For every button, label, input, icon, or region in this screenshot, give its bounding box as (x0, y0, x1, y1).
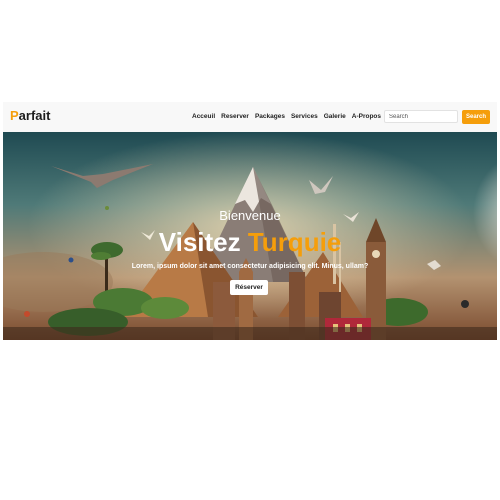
search-input[interactable] (384, 110, 458, 123)
hero-welcome-text: Bienvenue (219, 208, 281, 223)
nav-item-services[interactable]: Services (291, 112, 318, 122)
navbar: Parfait Acceuil Reserver Packages Servic… (3, 102, 497, 132)
site-logo[interactable]: Parfait (10, 108, 50, 124)
logo-accent-letter: P (10, 108, 19, 123)
hero-title: Visitez Turquie (3, 227, 497, 257)
nav-item-packages[interactable]: Packages (255, 112, 285, 122)
hero-description: Lorem, ipsum dolor sit amet consectetur … (131, 263, 369, 270)
hero-content: Bienvenue Visitez Turquie Lorem, ipsum d… (3, 132, 497, 340)
reserve-button[interactable]: Réserver (230, 280, 268, 295)
nav-menu: Acceuil Reserver Packages Services Galer… (192, 112, 381, 122)
hero-title-accent: Turquie (247, 227, 342, 257)
website-frame: Parfait Acceuil Reserver Packages Servic… (3, 102, 497, 340)
nav-item-acceuil[interactable]: Acceuil (192, 112, 215, 122)
nav-item-a-propos[interactable]: A-Propos (352, 112, 381, 122)
nav-item-reserver[interactable]: Reserver (221, 112, 249, 122)
nav-item-galerie[interactable]: Galerie (324, 112, 346, 122)
hero-title-main: Visitez (158, 227, 248, 257)
hero-section: Bienvenue Visitez Turquie Lorem, ipsum d… (3, 132, 497, 340)
search-button[interactable]: Search (462, 110, 490, 124)
page: Parfait Acceuil Reserver Packages Servic… (0, 0, 500, 500)
logo-text: arfait (18, 108, 51, 123)
